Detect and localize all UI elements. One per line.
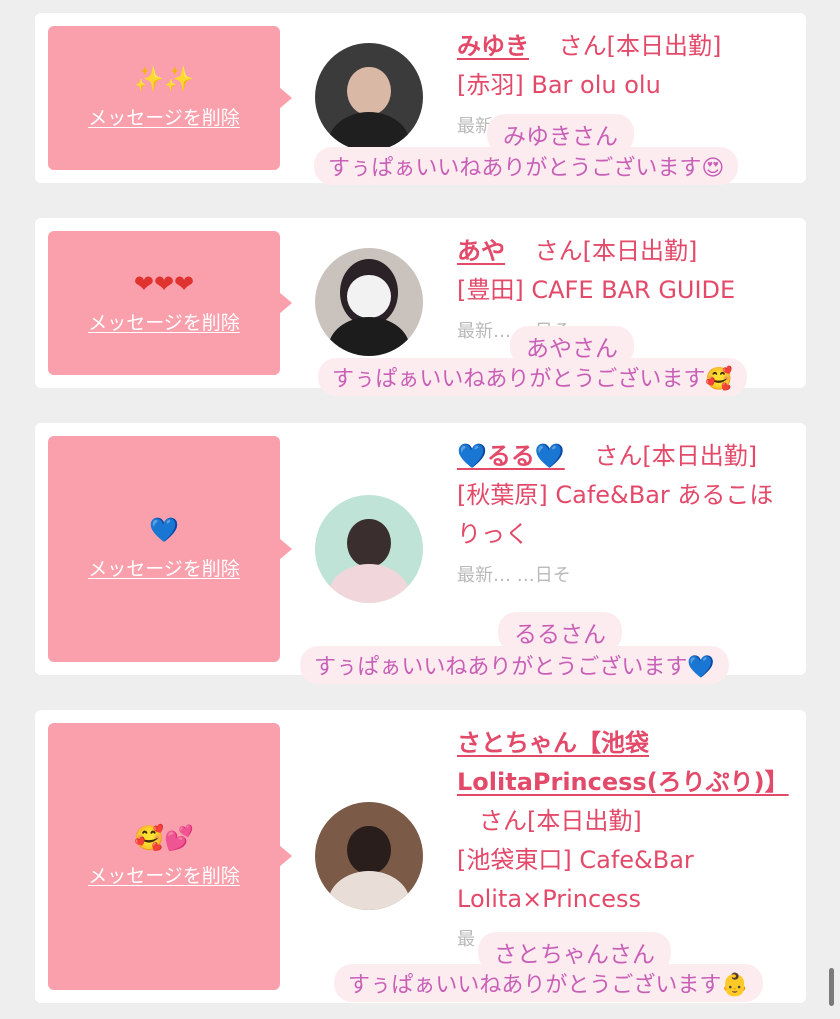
message-text-pill: すぅぱぁいいねありがとうございます🥰: [318, 358, 747, 396]
sparkles-emoji: ✨✨: [134, 65, 194, 94]
bubble-pointer: [279, 538, 292, 560]
cast-name-link[interactable]: あや: [457, 237, 505, 265]
honorific: さん: [558, 32, 607, 60]
avatar[interactable]: [315, 495, 423, 603]
delete-message-link[interactable]: メッセージを削除: [88, 554, 240, 581]
message-bubble: ✨✨ メッセージを削除: [48, 26, 280, 170]
blue-heart-icon: 💙: [534, 442, 565, 470]
shop-location: [豊田] CAFE BAR GUIDE: [457, 275, 736, 304]
delete-message-link[interactable]: メッセージを削除: [88, 861, 240, 888]
bubble-pointer: [279, 292, 292, 314]
message-text-pill: すぅぱぁいいねありがとうございます👶: [334, 964, 763, 1002]
shop-location: [赤羽] Bar olu olu: [457, 70, 661, 99]
cast-name-link[interactable]: みゆき: [457, 32, 529, 60]
blue-heart-icon: 💙: [457, 442, 487, 470]
delete-message-link[interactable]: メッセージを削除: [88, 103, 240, 130]
bubble-pointer: [279, 845, 292, 867]
message-bubble: ❤❤❤ メッセージを削除: [48, 231, 280, 375]
work-status: [本日出勤]: [527, 806, 642, 835]
scrollbar-thumb[interactable]: [829, 968, 834, 1006]
shop-location: [秋葉原] Cafe&Bar あるこほりっく: [457, 480, 774, 548]
work-status: [本日出勤]: [606, 32, 722, 60]
blue-heart-emoji: 💙: [149, 516, 179, 545]
avatar[interactable]: [315, 248, 423, 356]
avatar[interactable]: [315, 802, 423, 910]
message-bubble: 🥰💕 メッセージを削除: [48, 723, 280, 990]
message-text-pill: すぅぱぁいいねありがとうございます😍: [314, 147, 739, 185]
latest-info: 最新… …日そ: [457, 564, 571, 586]
latest-info: 最: [457, 929, 475, 951]
shop-location: [池袋東口] Cafe&Bar Lolita×Princess: [457, 845, 694, 913]
notification-card: 💙 メッセージを削除 💙るる💙 さん[本日出勤] [秋葉原] Cafe&Bar …: [35, 423, 806, 675]
cast-name-link[interactable]: さとちゃん【池袋LolitaPrincess(ろりぷり)】: [457, 729, 789, 796]
work-status: [本日出勤]: [582, 237, 698, 265]
notification-card: 🥰💕 メッセージを削除 さとちゃん【池袋LolitaPrincess(ろりぷり)…: [35, 710, 806, 1003]
message-text-pill: すぅぱぁいいねありがとうございます💙: [300, 646, 729, 684]
honorific: さん: [534, 237, 583, 265]
honorific: さん: [479, 806, 527, 835]
delete-message-link[interactable]: メッセージを削除: [88, 308, 240, 335]
heart-on-fire-emoji: ❤❤❤: [133, 270, 195, 299]
honorific: さん: [594, 442, 643, 470]
bubble-pointer: [279, 87, 292, 109]
smiling-hearts-emoji: 🥰💕: [134, 823, 194, 852]
avatar[interactable]: [315, 43, 423, 151]
cast-info: 💙るる💙 さん[本日出勤] [秋葉原] Cafe&Bar あるこほりっく 最新……: [457, 437, 797, 593]
cast-info: さとちゃん【池袋LolitaPrincess(ろりぷり)】 さん[本日出勤] […: [457, 724, 797, 957]
cast-name-link[interactable]: 💙るる💙: [457, 442, 565, 470]
message-bubble: 💙 メッセージを削除: [48, 436, 280, 662]
work-status: [本日出勤]: [642, 442, 758, 470]
